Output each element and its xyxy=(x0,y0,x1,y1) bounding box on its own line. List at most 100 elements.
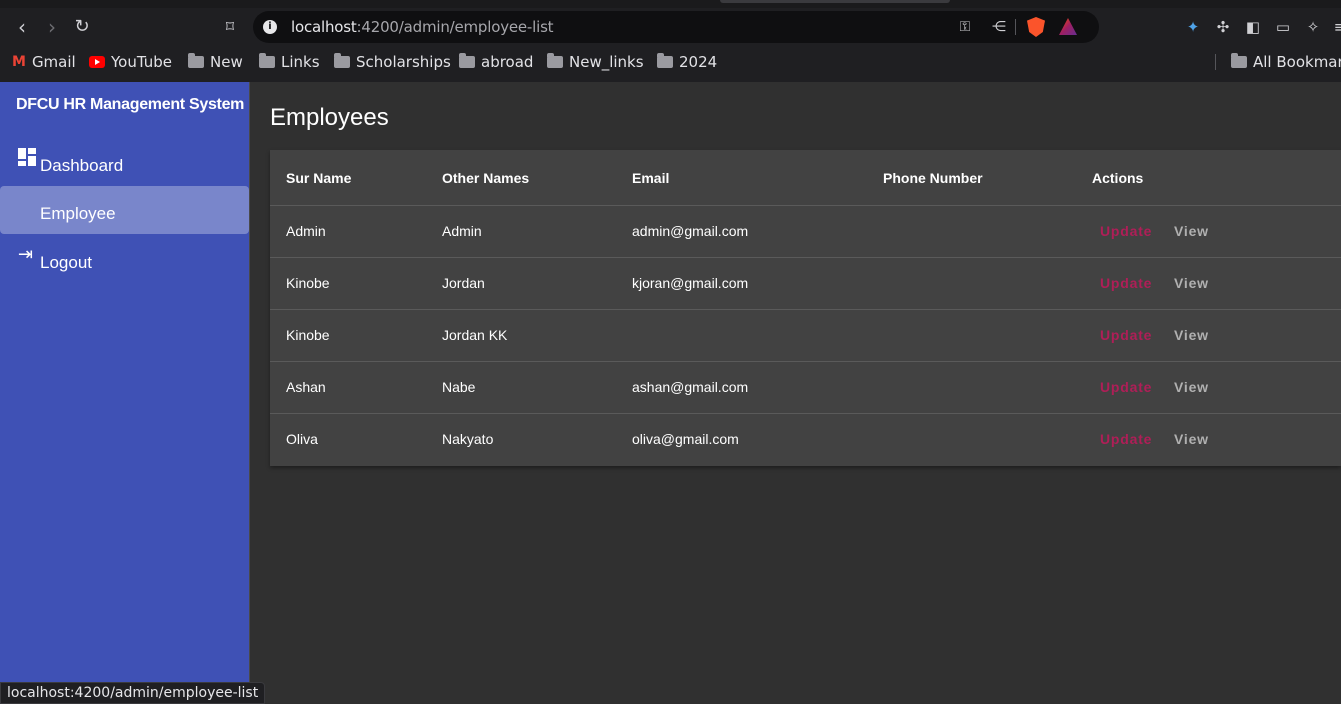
cell-other-names: Admin xyxy=(442,223,482,239)
vpn-icon[interactable]: ✦ xyxy=(1183,17,1203,37)
all-bookmarks[interactable]: All Bookmarks xyxy=(1231,52,1341,72)
table-header: Sur Name Other Names Email Phone Number … xyxy=(270,150,1341,206)
bookmark-folder-2024[interactable]: 2024 xyxy=(657,52,717,72)
table-row: Admin Admin admin@gmail.com Update View xyxy=(270,206,1341,258)
back-icon[interactable]: ‹ xyxy=(9,14,35,40)
column-header-email[interactable]: Email xyxy=(632,170,669,186)
separator xyxy=(1215,54,1216,70)
page-title: Employees xyxy=(270,104,389,131)
folder-icon xyxy=(459,53,475,68)
cell-surname: Admin xyxy=(286,223,326,239)
status-bar-url: localhost:4200/admin/employee-list xyxy=(0,682,266,704)
folder-icon xyxy=(547,53,563,68)
folder-icon xyxy=(657,53,673,68)
bookmark-label: New_links xyxy=(569,53,644,71)
tab[interactable] xyxy=(720,0,950,3)
logout-icon: ⇥ xyxy=(18,244,34,265)
forward-icon[interactable]: › xyxy=(39,14,65,40)
view-button[interactable]: View xyxy=(1174,223,1209,239)
folder-icon xyxy=(1231,53,1247,68)
folder-icon xyxy=(334,53,350,68)
view-button[interactable]: View xyxy=(1174,379,1209,395)
cell-email: kjoran@gmail.com xyxy=(632,275,749,291)
folder-icon xyxy=(188,53,204,68)
bookmark-folder-scholarships[interactable]: Scholarships xyxy=(334,52,451,72)
brave-rewards-icon[interactable] xyxy=(1059,18,1077,35)
cell-email: admin@gmail.com xyxy=(632,223,749,239)
cell-surname: Ashan xyxy=(286,379,326,395)
table-row: Ashan Nabe ashan@gmail.com Update View xyxy=(270,362,1341,414)
bookmark-folder-abroad[interactable]: abroad xyxy=(459,52,533,72)
separator xyxy=(1015,19,1016,35)
sidebar-item-label: Logout xyxy=(40,253,92,272)
column-header-other-names[interactable]: Other Names xyxy=(442,170,529,186)
key-icon[interactable]: ⚿ xyxy=(955,17,975,37)
all-bookmarks-label: All Bookmarks xyxy=(1253,53,1341,71)
table-row: Kinobe Jordan kjoran@gmail.com Update Vi… xyxy=(270,258,1341,310)
menu-icon[interactable]: ≡ xyxy=(1330,17,1341,37)
update-button[interactable]: Update xyxy=(1100,431,1152,447)
column-header-actions: Actions xyxy=(1092,170,1144,186)
bookmarks-bar: M Gmail YouTube New Links Scholarships ab… xyxy=(0,50,1341,74)
url-host: localhost xyxy=(291,18,357,36)
update-button[interactable]: Update xyxy=(1100,275,1152,291)
wallet-icon[interactable]: ▭ xyxy=(1273,17,1293,37)
view-button[interactable]: View xyxy=(1174,431,1209,447)
table-row: Oliva Nakyato oliva@gmail.com Update Vie… xyxy=(270,414,1341,466)
view-button[interactable]: View xyxy=(1174,327,1209,343)
update-button[interactable]: Update xyxy=(1100,379,1152,395)
dashboard-icon xyxy=(18,148,38,168)
youtube-icon xyxy=(89,56,105,68)
bookmark-gmail[interactable]: M Gmail xyxy=(12,52,76,72)
bookmark-label: abroad xyxy=(481,53,534,71)
app-brand: DFCU HR Management System xyxy=(16,96,244,113)
brave-shields-icon[interactable] xyxy=(1027,17,1045,37)
site-info-icon[interactable]: i xyxy=(263,20,277,34)
bookmark-label: Gmail xyxy=(31,53,76,71)
bookmark-folder-new[interactable]: New xyxy=(188,52,243,72)
address-bar[interactable]: i localhost:4200/admin/employee-list ⚿ ⋲ xyxy=(253,11,1099,43)
cell-email: ashan@gmail.com xyxy=(632,379,749,395)
cell-surname: Kinobe xyxy=(286,275,330,291)
bookmark-folder-new-links[interactable]: New_links xyxy=(547,52,644,72)
cell-other-names: Jordan xyxy=(442,275,485,291)
bookmark-icon[interactable]: ⌑ xyxy=(217,14,243,40)
cell-surname: Oliva xyxy=(286,431,318,447)
cell-other-names: Nabe xyxy=(442,379,476,395)
column-header-phone[interactable]: Phone Number xyxy=(883,170,983,186)
sidebar-item-logout[interactable]: ⇥ Logout xyxy=(0,240,249,288)
sidebar-item-label: Employee xyxy=(40,204,116,223)
update-button[interactable]: Update xyxy=(1100,223,1152,239)
sidebar-item-employee[interactable]: Employee xyxy=(0,186,249,234)
share-icon[interactable]: ⋲ xyxy=(989,17,1009,37)
sidebar: DFCU HR Management System Dashboard Empl… xyxy=(0,82,250,704)
bookmark-youtube[interactable]: YouTube xyxy=(89,52,172,72)
column-header-surname[interactable]: Sur Name xyxy=(286,170,351,186)
update-button[interactable]: Update xyxy=(1100,327,1152,343)
gmail-icon: M xyxy=(12,54,26,70)
bookmark-label: YouTube xyxy=(111,53,172,71)
employees-table: Sur Name Other Names Email Phone Number … xyxy=(270,150,1341,466)
bookmark-label: Links xyxy=(281,53,320,71)
reload-icon[interactable]: ↻ xyxy=(69,14,95,40)
view-button[interactable]: View xyxy=(1174,275,1209,291)
extensions-icon[interactable]: ✣ xyxy=(1213,17,1233,37)
folder-icon xyxy=(259,53,275,68)
browser-toolbar: ‹ › ↻ ⌑ i localhost:4200/admin/employee-… xyxy=(0,0,1341,82)
table-row: Kinobe Jordan KK Update View xyxy=(270,310,1341,362)
cell-surname: Kinobe xyxy=(286,327,330,343)
tab-strip xyxy=(0,0,1341,8)
sidebar-toggle-icon[interactable]: ◧ xyxy=(1243,17,1263,37)
sidebar-item-label: Dashboard xyxy=(40,156,124,175)
cell-email: oliva@gmail.com xyxy=(632,431,739,447)
address-url[interactable]: localhost:4200/admin/employee-list xyxy=(291,18,554,36)
bookmark-label: 2024 xyxy=(679,53,718,71)
bookmark-label: New xyxy=(210,53,243,71)
cell-other-names: Jordan KK xyxy=(442,327,508,343)
sidebar-item-dashboard[interactable]: Dashboard xyxy=(0,140,249,188)
bookmark-label: Scholarships xyxy=(356,53,451,71)
leo-ai-icon[interactable]: ✧ xyxy=(1303,17,1323,37)
cell-other-names: Nakyato xyxy=(442,431,494,447)
bookmark-folder-links[interactable]: Links xyxy=(259,52,320,72)
url-path: :4200/admin/employee-list xyxy=(356,18,554,36)
